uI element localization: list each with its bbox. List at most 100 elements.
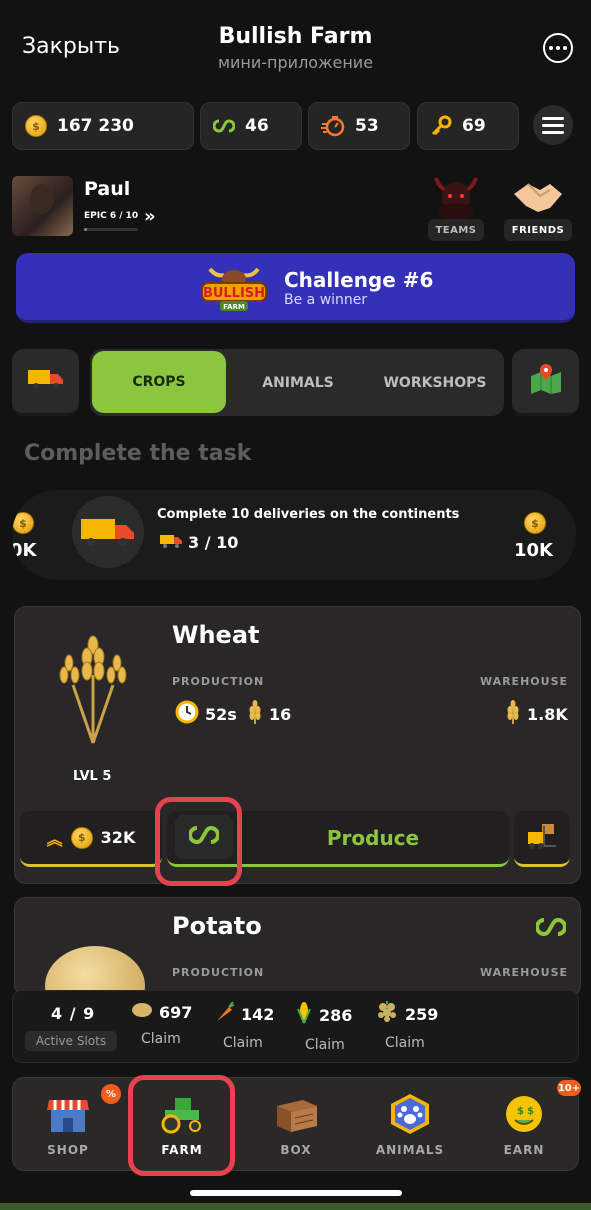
app-title: Bullish Farm [218, 24, 373, 49]
wheat-small-icon [505, 700, 521, 728]
challenge-subtitle: Be a winner [284, 292, 368, 308]
coin-icon: $ [12, 512, 34, 534]
tab-crops[interactable]: CROPS [92, 351, 226, 413]
tab-animals[interactable]: ANIMALS [230, 349, 366, 416]
nav-shop[interactable]: % SHOP [13, 1078, 123, 1172]
delivery-truck-button[interactable] [12, 349, 79, 416]
wooden-crate-icon [273, 1094, 319, 1134]
task-description: Complete 10 deliveries on the continents [157, 507, 460, 522]
player-name: Paul [84, 178, 131, 200]
teams-bull-icon[interactable] [430, 172, 482, 222]
links-counter[interactable]: 46 [200, 102, 302, 150]
coin-icon: $ [70, 826, 93, 849]
home-indicator [190, 1190, 402, 1196]
wheat-card: Wheat PRODUCTION WAREHOUSE 52s 16 1.8K L… [14, 606, 581, 884]
active-slots-label: Active Slots [25, 1031, 117, 1051]
nav-box[interactable]: BOX [241, 1078, 351, 1172]
warehouse-amount: 1.8K [505, 700, 568, 728]
produce-bar: Produce [167, 811, 509, 867]
production-label: PRODUCTION [172, 966, 265, 979]
forklift-icon [526, 822, 558, 854]
challenge-title: Challenge #6 [284, 268, 434, 292]
boosts-value: 53 [355, 116, 379, 136]
forklift-delivery-button[interactable] [514, 811, 570, 867]
stopwatch-boost-icon [321, 115, 345, 137]
rank-chevron-icon[interactable]: » [144, 206, 156, 227]
truck-icon [27, 368, 64, 394]
telegram-header: Закрыть Bullish Farm мини-приложение [0, 0, 591, 95]
sale-badge: % [101, 1084, 121, 1104]
crop-name: Wheat [172, 621, 260, 649]
tractor-icon [159, 1094, 205, 1134]
previous-task-reward: $ 0K [12, 490, 50, 580]
menu-button[interactable] [533, 105, 573, 145]
crop-name: Potato [172, 912, 262, 940]
production-amount: 16 [247, 700, 291, 728]
task-heading: Complete the task [24, 441, 252, 466]
avatar[interactable] [12, 176, 73, 236]
wheat-small-icon [247, 700, 263, 728]
category-tabs: CROPS ANIMALS WORKSHOPS [90, 349, 504, 416]
earn-badge: 10+ [557, 1080, 581, 1096]
teams-label[interactable]: TEAMS [428, 219, 484, 241]
paw-badge-icon [387, 1094, 433, 1134]
warehouse-label: WAREHOUSE [479, 966, 568, 979]
task-truck-icon [72, 496, 144, 568]
nav-farm[interactable]: FARM [127, 1078, 237, 1172]
warehouse-label: WAREHOUSE [479, 675, 568, 688]
wheat-icon [55, 635, 131, 749]
keys-counter[interactable]: 69 [417, 102, 519, 150]
task-carousel[interactable]: $ 0K Complete 10 deliveries on the conti… [12, 490, 576, 580]
tab-workshops[interactable]: WORKSHOPS [366, 349, 504, 416]
production-time: 52s [175, 700, 237, 728]
shop-icon [45, 1094, 91, 1134]
link-icon [188, 825, 220, 848]
bullish-farm-logo: BULLISH FARM [196, 263, 272, 313]
links-value: 46 [245, 116, 269, 136]
clock-icon [175, 700, 199, 728]
link-icon [535, 917, 567, 940]
map-button[interactable] [512, 349, 579, 416]
more-horizontal-icon [549, 46, 553, 50]
bottom-navigation: % SHOP FARM BOX ANIMALS $ $ 10+ EARN [12, 1077, 581, 1172]
grapes-icon [375, 1001, 399, 1027]
claim-grapes[interactable]: 259 Claim [375, 1001, 447, 1051]
claim-carrot[interactable]: 142 Claim [213, 1001, 285, 1051]
production-label: PRODUCTION [172, 675, 265, 688]
carrot-icon [213, 1001, 235, 1027]
friends-label[interactable]: FRIENDS [504, 219, 572, 241]
upgrade-button[interactable]: ︽ $ 32K [20, 811, 162, 867]
claim-potato[interactable]: 697 Claim [131, 1001, 203, 1047]
claim-bar: 4 / 9 Active Slots 697 Claim 142 Claim 2… [12, 990, 579, 1063]
handshake-icon[interactable] [510, 176, 566, 220]
app-subtitle: мини-приложение [217, 53, 374, 72]
produce-button[interactable]: Produce [237, 811, 509, 864]
bottom-strip [0, 1203, 591, 1210]
potato-card: Potato PRODUCTION WAREHOUSE [14, 897, 581, 997]
task-progress: 3 / 10 [160, 533, 238, 552]
svg-text:BULLISH: BULLISH [203, 286, 265, 301]
svg-text:FARM: FARM [223, 303, 245, 311]
truck-icon [160, 533, 182, 552]
svg-text:$: $ [517, 1106, 524, 1117]
corn-icon [295, 1001, 313, 1029]
coins-counter[interactable]: $ 167 230 [12, 102, 194, 150]
claim-corn[interactable]: 286 Claim [295, 1001, 367, 1053]
link-button[interactable] [175, 815, 233, 859]
crop-level: LVL 5 [73, 769, 112, 784]
link-icon [213, 119, 235, 133]
nav-animals[interactable]: ANIMALS [355, 1078, 465, 1172]
hamburger-icon [542, 116, 564, 120]
key-icon [430, 115, 452, 137]
svg-text:$: $ [527, 1106, 534, 1117]
nav-earn[interactable]: $ $ 10+ EARN [469, 1078, 581, 1172]
money-face-icon: $ $ [501, 1094, 547, 1134]
challenge-banner[interactable]: BULLISH FARM Challenge #6 Be a winner [16, 253, 575, 323]
keys-value: 69 [462, 116, 486, 136]
active-slots-count: 4 / 9 [51, 1004, 96, 1023]
player-rank: EPIC 6 / 10 [84, 211, 139, 221]
boosts-counter[interactable]: 53 [308, 102, 410, 150]
coin-icon: $ [524, 512, 546, 534]
double-chevron-up-icon: ︽ [46, 829, 63, 849]
more-options-button[interactable] [543, 33, 573, 63]
